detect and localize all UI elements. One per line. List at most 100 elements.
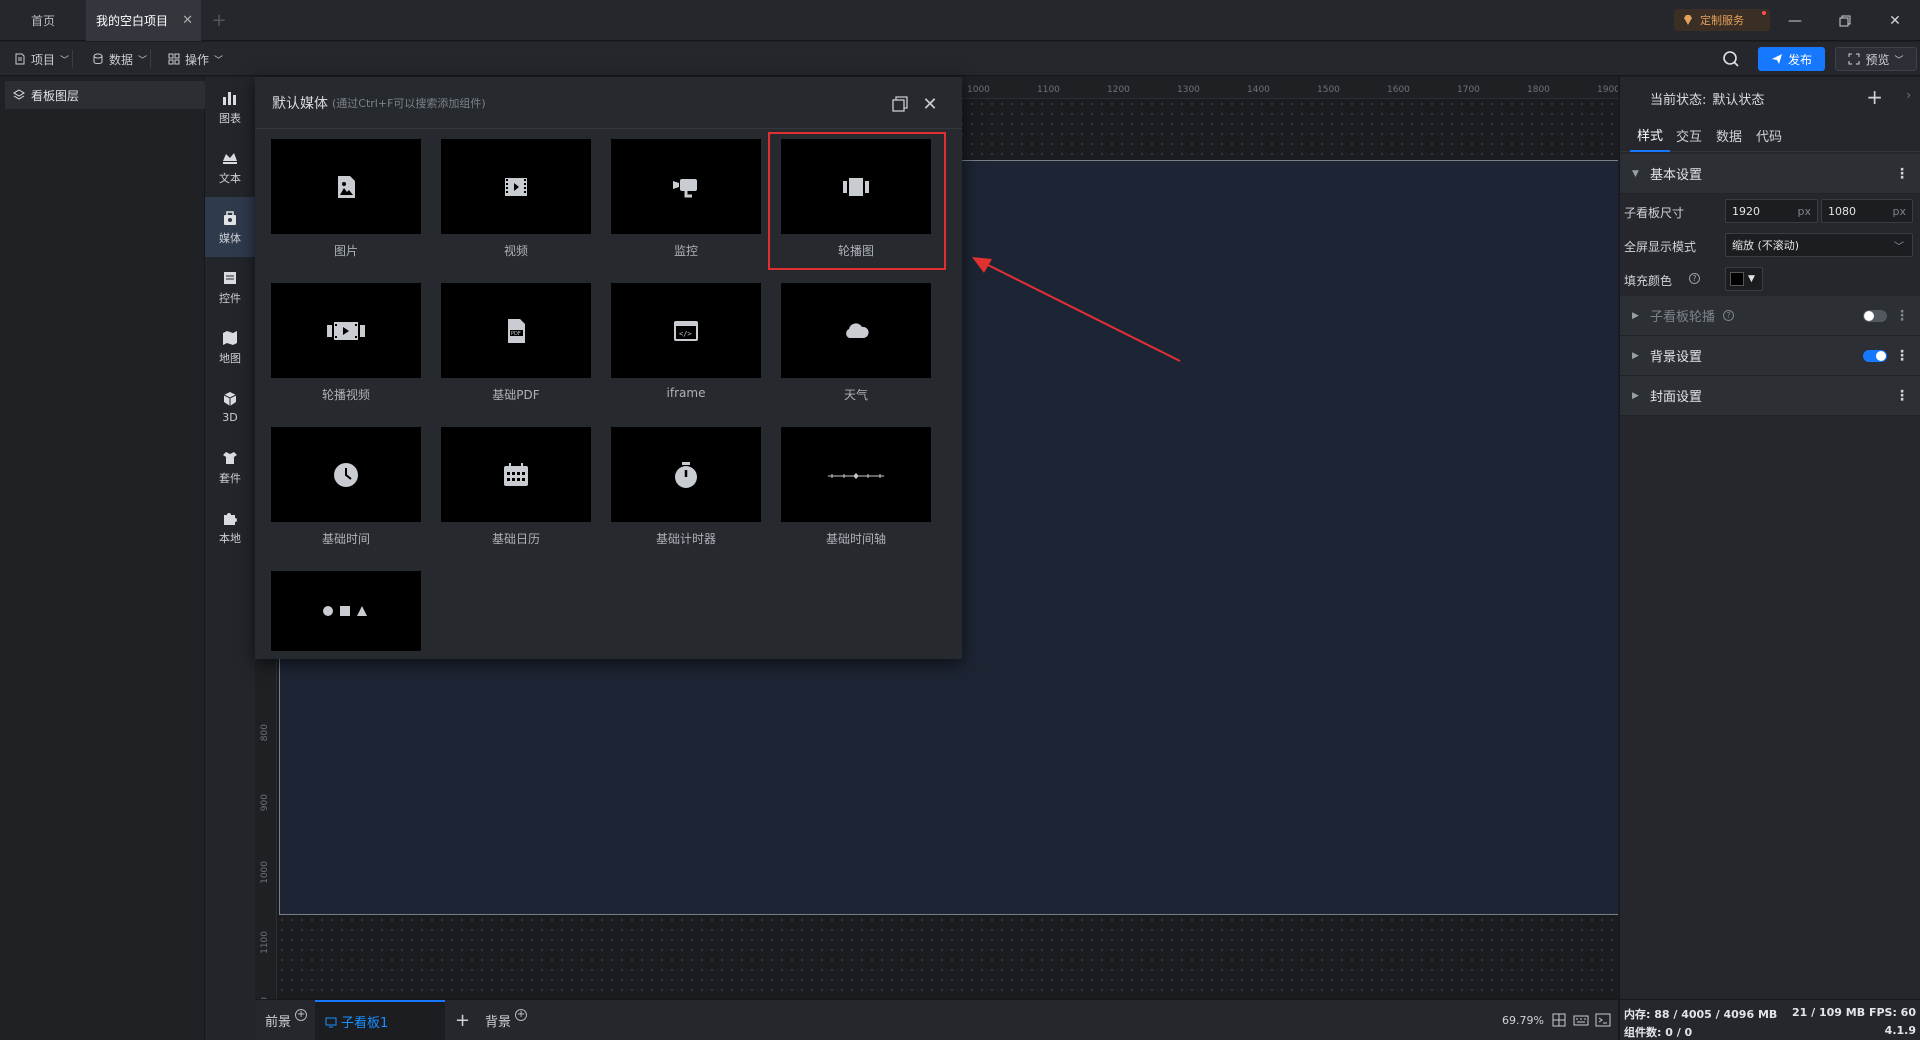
shapes-icon: [323, 606, 367, 616]
board-tabs-bar: 前景 + 子看板1 + 背景 + 69.79%: [255, 999, 1618, 1040]
height-field[interactable]: 1080 px: [1821, 199, 1913, 223]
category-3d[interactable]: 3D: [205, 377, 255, 437]
add-background-icon[interactable]: +: [515, 1008, 528, 1021]
media-item-calendar[interactable]: 基础日历: [441, 427, 591, 546]
custom-service-button[interactable]: 定制服务: [1674, 9, 1770, 31]
media-thumb: [441, 427, 591, 522]
monitor-icon: [325, 1017, 337, 1027]
media-thumb: [781, 427, 931, 522]
console-icon[interactable]: [1595, 1012, 1611, 1028]
menu-project[interactable]: 项目 ﹀: [14, 42, 74, 76]
carousel-toggle[interactable]: [1863, 310, 1887, 322]
more-icon[interactable]: ⋮: [1895, 166, 1909, 182]
media-item-carousel-video[interactable]: 轮播视频: [271, 283, 421, 402]
fit-screen-icon[interactable]: [1551, 1012, 1567, 1028]
minimize-icon[interactable]: —: [1770, 0, 1820, 41]
tab-interaction[interactable]: 交互: [1676, 119, 1702, 152]
media-item-iframe[interactable]: </> iframe: [611, 283, 761, 401]
canvas-grid: [277, 915, 1618, 999]
background-toggle[interactable]: [1863, 350, 1887, 362]
tab-home[interactable]: 首页: [0, 0, 86, 41]
preview-button[interactable]: 预览 ﹀: [1835, 47, 1917, 71]
restore-icon[interactable]: [1820, 0, 1870, 41]
layer-panel-header[interactable]: 看板图层: [5, 81, 205, 109]
caret-right-icon: ▶: [1632, 390, 1639, 401]
chevron-right-icon[interactable]: ›: [1906, 88, 1911, 102]
tab-style[interactable]: 样式: [1630, 119, 1670, 152]
send-icon: [1771, 54, 1782, 64]
media-thumb: [271, 139, 421, 234]
media-item-monitor[interactable]: 监控: [611, 139, 761, 258]
fill-color-picker[interactable]: ▼: [1725, 267, 1763, 291]
controls-icon: [224, 271, 236, 284]
more-icon[interactable]: ⋮: [1895, 388, 1909, 404]
popup-header: 默认媒体 (通过Ctrl+F可以搜索添加组件) ✕: [255, 77, 962, 129]
media-item-shapes[interactable]: [271, 571, 421, 651]
media-thumb: [441, 139, 591, 234]
tab-foreground[interactable]: 前景 +: [265, 1000, 308, 1040]
section-basic-settings[interactable]: ▼ 基本设置 ⋮: [1620, 154, 1920, 194]
fps-status: FPS: 60: [1868, 1006, 1916, 1019]
tab-code[interactable]: 代码: [1756, 119, 1782, 152]
media-item-pdf[interactable]: PDF 基础PDF: [441, 283, 591, 402]
tab-project[interactable]: 我的空白项目 ✕: [86, 0, 201, 41]
highlight-annotation: [768, 132, 946, 270]
media-item-video[interactable]: 视频: [441, 139, 591, 258]
help-icon[interactable]: ?: [1723, 310, 1735, 321]
add-tab-icon[interactable]: +: [206, 0, 232, 41]
category-map[interactable]: 地图: [205, 317, 255, 377]
media-item-timer[interactable]: 基础计时器: [611, 427, 761, 546]
section-background-settings[interactable]: ▶ 背景设置 ⋮: [1620, 336, 1920, 376]
zoom-level[interactable]: 69.79%: [1502, 1014, 1544, 1027]
cloud-icon: [846, 322, 869, 338]
tab-sub-board[interactable]: 子看板1: [315, 1000, 445, 1040]
arrow-annotation: [972, 257, 1181, 362]
popup-title: 默认媒体: [272, 95, 328, 112]
clock-icon: [334, 462, 358, 487]
gpu-memory-status: 21 / 109 MB: [1792, 1006, 1866, 1019]
close-tab-icon[interactable]: ✕: [182, 13, 193, 28]
tab-data[interactable]: 数据: [1716, 119, 1742, 152]
category-controls[interactable]: 控件: [205, 257, 255, 317]
carousel-video-icon: [327, 321, 365, 340]
more-icon[interactable]: ⋮: [1895, 308, 1909, 324]
category-suite[interactable]: 套件: [205, 437, 255, 497]
menu-operation[interactable]: 操作 ﹀: [168, 42, 223, 76]
media-item-image[interactable]: 图片: [271, 139, 421, 258]
section-cover-settings[interactable]: ▶ 封面设置 ⋮: [1620, 376, 1920, 416]
category-media[interactable]: 媒体: [205, 197, 255, 257]
category-local[interactable]: 本地: [205, 497, 255, 557]
more-icon[interactable]: ⋮: [1895, 348, 1909, 364]
text-icon: [223, 152, 237, 164]
close-popup-icon[interactable]: ✕: [919, 93, 941, 115]
chevron-down-icon: ﹀: [138, 55, 148, 66]
media-thumb: [781, 283, 931, 378]
menu-data[interactable]: 数据 ﹀: [92, 42, 152, 76]
notification-dot: [1762, 11, 1766, 15]
search-icon[interactable]: [1722, 50, 1740, 68]
media-item-time[interactable]: 基础时间: [271, 427, 421, 546]
category-text[interactable]: 文本: [205, 137, 255, 197]
media-item-weather[interactable]: 天气: [781, 283, 931, 402]
add-state-icon[interactable]: +: [1866, 85, 1883, 109]
fullscreen-icon: [1848, 53, 1860, 65]
caret-down-icon: ▼: [1748, 274, 1755, 284]
section-sub-board-carousel[interactable]: ▶ 子看板轮播 ? ⋮: [1620, 296, 1920, 336]
add-sub-board-icon[interactable]: +: [455, 1000, 470, 1040]
add-foreground-icon[interactable]: +: [295, 1008, 308, 1021]
category-chart[interactable]: 图表: [205, 77, 255, 137]
toolbar: 项目 ﹀ 数据 ﹀ 操作 ﹀ 发布 预览 ﹀: [0, 42, 1920, 76]
fullscreen-mode-select[interactable]: 缩放 (不滚动) ﹀: [1725, 233, 1913, 257]
media-thumb: [271, 427, 421, 522]
close-window-icon[interactable]: ✕: [1870, 0, 1920, 41]
detach-window-icon[interactable]: [889, 93, 911, 115]
publish-button[interactable]: 发布: [1758, 47, 1825, 71]
keyboard-icon[interactable]: [1573, 1012, 1589, 1028]
version-label: 4.1.9: [1884, 1024, 1916, 1037]
width-field[interactable]: 1920 px: [1725, 199, 1818, 223]
bar-chart-icon: [223, 91, 236, 105]
tab-background[interactable]: 背景 +: [485, 1000, 528, 1040]
help-icon[interactable]: ?: [1689, 273, 1700, 284]
layers-icon: [13, 89, 25, 100]
media-item-timeline[interactable]: 基础时间轴: [781, 427, 931, 546]
